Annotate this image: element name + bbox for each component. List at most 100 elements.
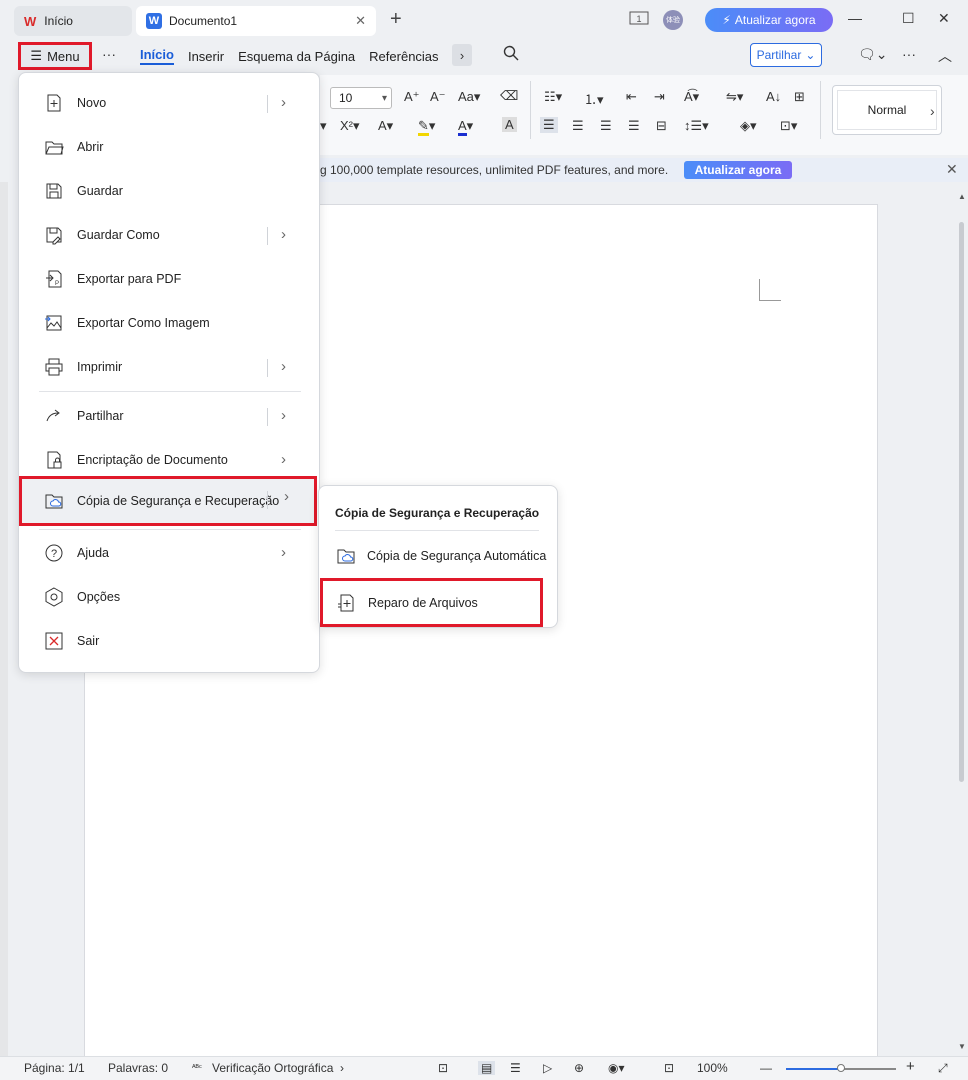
web-view-icon[interactable]: ⊕ bbox=[574, 1061, 584, 1075]
zoom-slider-fill bbox=[786, 1068, 841, 1070]
page-count[interactable]: Página: 1/1 bbox=[24, 1061, 85, 1075]
tab-esquema[interactable]: Esquema da Página bbox=[238, 49, 355, 64]
track-changes-icon[interactable]: ⊡ bbox=[438, 1061, 448, 1075]
chevron-right-icon[interactable]: › bbox=[340, 1061, 344, 1075]
menu-button[interactable]: ☰ Menu bbox=[18, 42, 92, 70]
align-right-icon[interactable]: ☰ bbox=[600, 118, 612, 134]
justify-icon[interactable]: ☰ bbox=[628, 118, 640, 134]
sort-az-icon[interactable]: A↓ bbox=[766, 89, 781, 104]
spellcheck-label[interactable]: Verificação Ortográfica bbox=[212, 1061, 333, 1075]
dropdown-arrow-icon[interactable]: ▾ bbox=[320, 118, 327, 134]
chevron-right-icon[interactable]: › bbox=[930, 103, 935, 119]
tab-home[interactable]: W Início bbox=[14, 6, 132, 36]
close-banner-icon[interactable]: ✕ bbox=[946, 161, 958, 178]
shading-icon[interactable]: ◈▾ bbox=[740, 118, 757, 134]
page-view-icon[interactable]: ▤ bbox=[478, 1061, 496, 1075]
clear-format-icon[interactable]: ⌫ bbox=[500, 88, 518, 104]
zoom-slider[interactable] bbox=[786, 1064, 896, 1072]
encrypt-doc-icon bbox=[43, 449, 65, 471]
chevron-right-icon: › bbox=[281, 358, 286, 375]
avatar[interactable]: 体验 bbox=[663, 10, 683, 30]
style-normal-label: Normal bbox=[867, 103, 907, 117]
borders-icon[interactable]: ⊡▾ bbox=[780, 118, 797, 134]
zoom-in-icon[interactable]: + bbox=[906, 1058, 915, 1075]
upgrade-button[interactable]: ⚡ Atualizar agora bbox=[705, 8, 833, 32]
numbering-icon[interactable]: ⒈▾ bbox=[584, 89, 604, 108]
tab-inserir[interactable]: Inserir bbox=[188, 49, 224, 64]
menu-item-encriptacao[interactable]: Encriptação de Documento › bbox=[39, 440, 301, 480]
banner-upgrade-button[interactable]: Atualizar agora bbox=[684, 161, 792, 179]
menu-item-guardar-como[interactable]: Guardar Como › bbox=[39, 215, 301, 255]
superscript-icon[interactable]: X²▾ bbox=[340, 118, 360, 134]
menu-item-abrir[interactable]: Abrir bbox=[39, 127, 301, 167]
more-menu-icon[interactable]: ··· bbox=[902, 46, 916, 62]
grow-font-icon[interactable]: A⁺ bbox=[404, 89, 420, 105]
scroll-down-icon[interactable]: ▼ bbox=[958, 1042, 966, 1051]
search-icon[interactable] bbox=[503, 45, 519, 65]
minimize-icon[interactable]: — bbox=[848, 10, 862, 26]
submenu-item-file-repair[interactable]: Reparo de Arquivos bbox=[320, 578, 543, 627]
menu-item-exportar-pdf[interactable]: P Exportar para PDF bbox=[39, 259, 301, 299]
scrollbar-thumb[interactable] bbox=[959, 222, 964, 782]
maximize-icon[interactable]: ☐ bbox=[902, 10, 915, 27]
text-effect-icon[interactable]: A▾ bbox=[378, 118, 393, 134]
tab-document[interactable]: W Documento1 ✕ bbox=[136, 6, 376, 36]
menu-item-copia-seguranca[interactable]: Cópia de Segurança e Recuperação › bbox=[19, 476, 317, 526]
close-window-icon[interactable]: ✕ bbox=[938, 10, 950, 27]
align-center-icon[interactable]: ☰ bbox=[572, 118, 584, 134]
zoom-out-icon[interactable]: — bbox=[760, 1061, 772, 1075]
submenu-item-auto-backup[interactable]: Cópia de Segurança Automática bbox=[335, 537, 546, 575]
show-marks-icon[interactable]: ⊞ bbox=[794, 89, 805, 105]
fit-page-icon[interactable]: ⊡ bbox=[664, 1061, 674, 1075]
new-tab-icon[interactable]: + bbox=[390, 8, 402, 31]
new-doc-icon bbox=[43, 92, 65, 114]
zoom-level[interactable]: 100% bbox=[697, 1061, 728, 1075]
scroll-up-icon[interactable]: ▲ bbox=[958, 192, 966, 201]
close-tab-icon[interactable]: ✕ bbox=[355, 13, 366, 29]
char-shading-icon[interactable]: A bbox=[502, 117, 517, 132]
decrease-indent-icon[interactable]: ⇤ bbox=[626, 89, 637, 105]
align-left-icon[interactable]: ☰ bbox=[540, 117, 558, 133]
bullets-icon[interactable]: ☷▾ bbox=[544, 89, 562, 105]
ribbon-scroll-right-icon[interactable]: › bbox=[452, 44, 472, 66]
highlight-icon[interactable]: ✎▾ bbox=[418, 118, 435, 136]
zoom-slider-knob[interactable] bbox=[837, 1064, 845, 1072]
menu-item-ajuda[interactable]: ? Ajuda › bbox=[39, 533, 301, 573]
play-icon[interactable]: ▷ bbox=[543, 1061, 552, 1075]
shrink-font-icon[interactable]: A⁻ bbox=[430, 89, 446, 105]
style-normal[interactable]: Normal bbox=[832, 85, 942, 135]
more-options-icon[interactable]: ··· bbox=[102, 46, 116, 62]
menu-item-opcoes[interactable]: Opções bbox=[39, 577, 301, 617]
submenu-item-label: Cópia de Segurança Automática bbox=[367, 549, 547, 563]
fullscreen-icon[interactable]: ⤢ bbox=[938, 1061, 948, 1076]
menu-divider bbox=[39, 391, 301, 392]
text-direction-icon[interactable]: A͡▾ bbox=[684, 89, 699, 105]
line-spacing-icon[interactable]: ↕☰▾ bbox=[684, 118, 709, 134]
sort-icon[interactable]: ⇋▾ bbox=[726, 89, 743, 105]
main-menu: Novo › Abrir Guardar Guardar Como › P Ex… bbox=[18, 72, 320, 673]
font-size-select[interactable]: 10 ▾ bbox=[330, 87, 392, 109]
share-button[interactable]: Partilhar ⌄ bbox=[750, 43, 822, 67]
workspace-icon[interactable]: 1 bbox=[629, 10, 649, 29]
comment-icon[interactable]: 🗨⌄ bbox=[858, 46, 888, 63]
font-color-icon[interactable]: A▾ bbox=[458, 118, 473, 136]
outline-view-icon[interactable]: ☰ bbox=[510, 1061, 521, 1075]
menu-item-sair[interactable]: Sair bbox=[39, 621, 301, 661]
vertical-scrollbar[interactable]: ▲ ▼ bbox=[956, 192, 968, 1052]
menu-item-guardar[interactable]: Guardar bbox=[39, 171, 301, 211]
menu-item-exportar-imagem[interactable]: Exportar Como Imagem bbox=[39, 303, 301, 343]
tab-inicio[interactable]: Início bbox=[140, 47, 174, 65]
word-count[interactable]: Palavras: 0 bbox=[108, 1061, 168, 1075]
menu-item-novo[interactable]: Novo › bbox=[39, 83, 301, 123]
menu-item-imprimir[interactable]: Imprimir › bbox=[39, 347, 301, 387]
collapse-ribbon-icon[interactable]: ︿ bbox=[938, 46, 952, 66]
change-case-icon[interactable]: Aa▾ bbox=[458, 89, 480, 105]
menu-item-label: Guardar bbox=[77, 184, 123, 198]
help-icon: ? bbox=[43, 542, 65, 564]
options-icon bbox=[43, 586, 65, 608]
eye-icon[interactable]: ◉▾ bbox=[608, 1061, 625, 1075]
distribute-icon[interactable]: ⊟ bbox=[656, 118, 667, 134]
menu-item-partilhar[interactable]: Partilhar › bbox=[39, 396, 301, 436]
increase-indent-icon[interactable]: ⇥ bbox=[654, 89, 665, 105]
tab-referencias[interactable]: Referências bbox=[369, 49, 438, 64]
